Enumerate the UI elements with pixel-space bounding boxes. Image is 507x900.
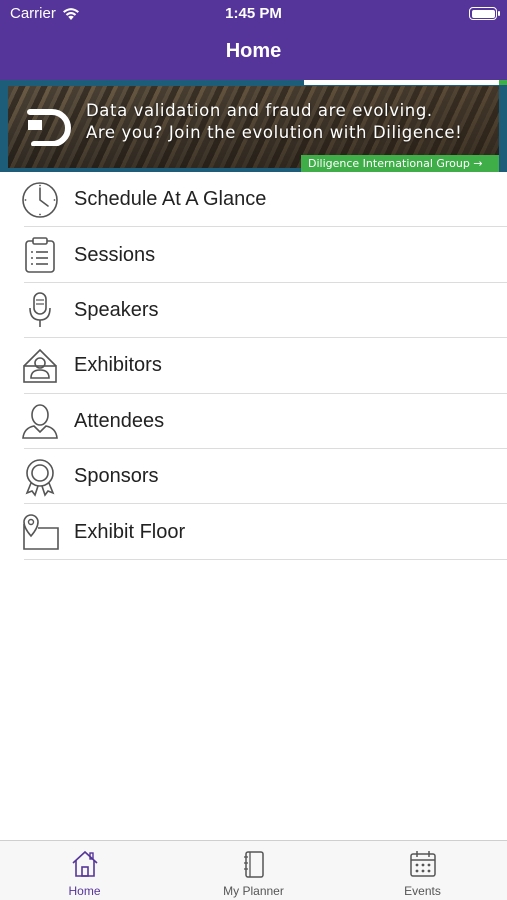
battery-icon [469, 7, 500, 20]
bottom-tab-bar: Home My Planner Events [0, 840, 507, 900]
home-icon [71, 850, 98, 877]
menu-item-speakers[interactable]: Speakers [0, 283, 507, 339]
exhibitor-booth-icon [20, 346, 60, 386]
menu-item-label: Schedule At A Glance [74, 188, 267, 211]
menu-item-exhibit-floor[interactable]: Exhibit Floor [0, 504, 507, 561]
home-menu-list: Schedule At A Glance Sessions Speakers E… [0, 172, 507, 561]
banner-line-2: Are you? Join the evolution with Diligen… [86, 123, 463, 142]
menu-item-sessions[interactable]: Sessions [0, 227, 507, 284]
menu-item-label: Exhibitors [74, 354, 162, 377]
menu-item-sponsors[interactable]: Sponsors [0, 449, 507, 505]
page-title: Home [225, 40, 282, 62]
banner-cta-link[interactable]: Diligence International Group → [301, 155, 499, 172]
banner-accent-white [304, 80, 499, 85]
menu-item-label: Sessions [74, 243, 156, 266]
menu-item-schedule[interactable]: Schedule At A Glance [0, 172, 507, 228]
tab-events[interactable]: Events [338, 841, 507, 900]
notebook-icon [243, 851, 264, 878]
tab-label: Events [404, 884, 441, 898]
menu-item-label: Sponsors [74, 465, 159, 488]
menu-item-label: Exhibit Floor [74, 520, 186, 543]
calendar-icon [409, 851, 436, 877]
person-icon [20, 401, 60, 441]
banner-line-1: Data validation and fraud are evolving. [86, 101, 433, 120]
tab-my-planner[interactable]: My Planner [169, 841, 338, 900]
menu-item-exhibitors[interactable]: Exhibitors [0, 338, 507, 394]
menu-item-label: Attendees [74, 409, 165, 432]
status-bar: Carrier 1:45 PM [0, 0, 507, 28]
tab-label: My Planner [223, 884, 284, 898]
menu-item-label: Speakers [74, 298, 159, 321]
map-pin-icon [20, 512, 60, 552]
microphone-icon [20, 290, 60, 330]
promo-banner[interactable]: Data validation and fraud are evolving. … [0, 80, 507, 172]
status-time: 1:45 PM [225, 5, 282, 22]
diligence-logo-icon [27, 109, 71, 146]
tab-label: Home [68, 884, 101, 898]
tab-home[interactable]: Home [0, 841, 169, 900]
top-navigation-bar: Carrier 1:45 PM Home [0, 0, 507, 80]
ribbon-badge-icon [20, 457, 60, 497]
banner-message: Data validation and fraud are evolving. … [86, 100, 462, 144]
clipboard-icon [20, 235, 60, 275]
banner-accent-green [499, 80, 507, 85]
menu-item-attendees[interactable]: Attendees [0, 394, 507, 450]
clock-icon [20, 180, 60, 220]
